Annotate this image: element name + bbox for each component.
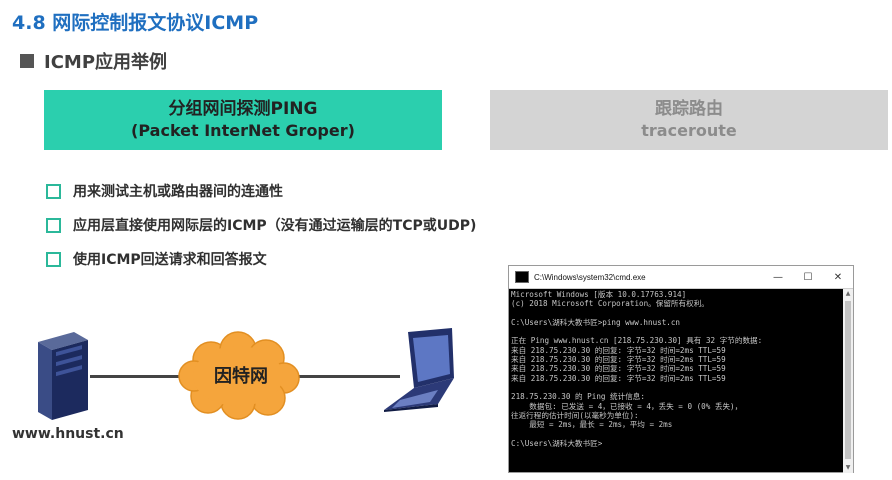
slide-title: 4.8 网际控制报文协议ICMP xyxy=(12,12,259,34)
scroll-thumb[interactable] xyxy=(845,301,851,459)
tab-traceroute[interactable]: 跟踪路由 traceroute xyxy=(490,90,888,150)
laptop-icon xyxy=(384,328,454,412)
cmd-line: (c) 2018 Microsoft Corporation。保留所有权利。 xyxy=(511,299,709,309)
cmd-line: 正在 Ping www.hnust.cn [218.75.230.30] 具有 … xyxy=(511,336,763,346)
network-diagram: 因特网 www.hnust.cn xyxy=(0,300,480,450)
list-item-text: 应用层直接使用网际层的ICMP（没有通过运输层的TCP或UDP) xyxy=(73,218,477,234)
cmd-line: 来自 218.75.230.30 的回复: 字节=32 时间=2ms TTL=5… xyxy=(511,345,726,355)
cmd-console[interactable]: Microsoft Windows [版本 10.0.17763.914] (c)… xyxy=(509,289,853,473)
cmd-scrollbar[interactable]: ▲ ▼ xyxy=(843,289,853,473)
scroll-down-icon[interactable]: ▼ xyxy=(843,463,853,473)
cmd-line: Microsoft Windows [版本 10.0.17763.914] xyxy=(511,290,687,299)
list-item: 用来测试主机或路由器间的连通性 xyxy=(46,174,476,208)
tab-ping-title: 分组网间探测PING xyxy=(168,99,318,119)
section-heading: ICMP应用举例 xyxy=(20,48,167,74)
cmd-line: C:\Users\湖科大教书匠> xyxy=(511,438,603,448)
cmd-app-icon xyxy=(515,271,529,283)
close-button[interactable]: ✕ xyxy=(823,272,853,283)
minimize-button[interactable]: — xyxy=(763,272,793,283)
list-item: 应用层直接使用网际层的ICMP（没有通过运输层的TCP或UDP) xyxy=(46,208,476,242)
cloud-label: 因特网 xyxy=(214,366,268,387)
checkbox-icon xyxy=(46,251,61,267)
square-bullet-icon xyxy=(20,54,34,68)
cmd-line: 来自 218.75.230.30 的回复: 字节=32 时间=2ms TTL=5… xyxy=(511,364,726,374)
cmd-line: 218.75.230.30 的 Ping 统计信息: xyxy=(511,392,645,402)
list-item-text: 使用ICMP回送请求和回答报文 xyxy=(73,252,267,268)
cmd-output: Microsoft Windows [版本 10.0.17763.914] (c)… xyxy=(511,290,841,448)
cmd-line: 来自 218.75.230.30 的回复: 字节=32 时间=2ms TTL=5… xyxy=(511,373,726,383)
checkbox-icon xyxy=(46,217,61,233)
cmd-line xyxy=(511,309,841,318)
maximize-button[interactable]: ☐ xyxy=(793,272,823,283)
list-item: 使用ICMP回送请求和回答报文 xyxy=(46,242,476,276)
cmd-window-title: C:\Windows\system32\cmd.exe xyxy=(534,272,646,282)
tab-traceroute-subtitle: traceroute xyxy=(641,121,737,140)
server-icon xyxy=(38,332,88,420)
list-item-text: 用来测试主机或路由器间的连通性 xyxy=(73,184,283,200)
cmd-line xyxy=(511,383,841,392)
cmd-line: 往返行程的估计时间(以毫秒为单位): xyxy=(511,410,639,420)
cmd-line xyxy=(511,429,841,438)
cmd-window[interactable]: C:\Windows\system32\cmd.exe — ☐ ✕ Micros… xyxy=(508,265,854,473)
tab-ping-subtitle: (Packet InterNet Groper) xyxy=(131,121,355,140)
cmd-titlebar[interactable]: C:\Windows\system32\cmd.exe — ☐ ✕ xyxy=(509,266,853,289)
tab-ping[interactable]: 分组网间探测PING (Packet InterNet Groper) xyxy=(44,90,442,150)
bullet-list: 用来测试主机或路由器间的连通性 应用层直接使用网际层的ICMP（没有通过运输层的… xyxy=(46,174,476,276)
section-heading-text: ICMP应用举例 xyxy=(44,52,168,73)
host-label: www.hnust.cn xyxy=(12,426,124,442)
tab-traceroute-title: 跟踪路由 xyxy=(655,99,723,119)
cmd-line: 最短 = 2ms，最长 = 2ms，平均 = 2ms xyxy=(511,420,673,430)
cmd-line: 来自 218.75.230.30 的回复: 字节=32 时间=2ms TTL=5… xyxy=(511,355,726,365)
scroll-up-icon[interactable]: ▲ xyxy=(843,289,853,299)
cmd-line: 数据包: 已发送 = 4，已接收 = 4，丢失 = 0 (0% 丢失)， xyxy=(511,401,743,411)
checkbox-icon xyxy=(46,183,61,199)
cmd-line: C:\Users\湖科大教书匠>ping www.hnust.cn xyxy=(511,317,681,327)
